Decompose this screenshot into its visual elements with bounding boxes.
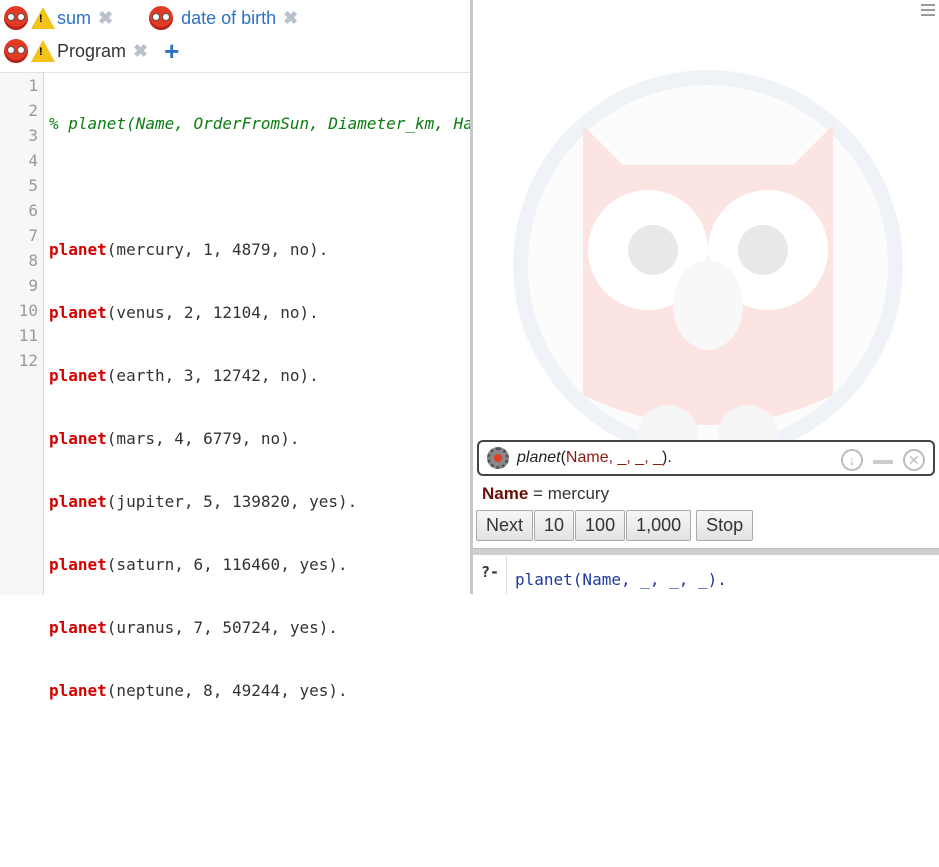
query-divider[interactable] (473, 548, 939, 555)
line-number: 7 (28, 226, 38, 245)
line-number: 8 (28, 251, 38, 270)
code-line: planet(uranus, 7, 50724, yes). (49, 615, 473, 640)
query-close: ). (661, 449, 672, 466)
fact-args: (saturn, 6, 116460, yes). (106, 555, 348, 574)
query-variable: Name (565, 449, 609, 466)
code-line: planet(mars, 4, 6779, no). (49, 426, 473, 451)
fact-args: (venus, 2, 12104, no). (106, 303, 319, 322)
predicate-name: planet (49, 303, 107, 322)
line-number: 4 (28, 151, 38, 170)
query-predicate: planet (517, 449, 561, 466)
tab-label: date of birth (181, 7, 277, 28)
line-number: 9 (28, 276, 38, 295)
code-comment: % planet(Name, OrderFromSun, Diameter_km… (49, 114, 473, 133)
next-100-button[interactable]: 100 (575, 510, 626, 541)
fact-args: (jupiter, 5, 139820, yes). (106, 492, 358, 511)
query-panel[interactable]: planet(Name, _, _, _). ↓ ✕ (477, 440, 935, 476)
swish-owl-icon (4, 6, 28, 30)
fact-args: (uranus, 7, 50724, yes). (106, 618, 338, 637)
swish-owl-icon (149, 6, 174, 30)
minimize-icon[interactable] (873, 460, 893, 464)
line-number: 11 (18, 326, 38, 345)
code-line: % planet(Name, OrderFromSun, Diameter_km… (49, 111, 473, 136)
line-gutter: 1 2 3 4 5 6 7 8 9 10 11 12 (0, 73, 44, 595)
predicate-name: planet (49, 618, 107, 637)
fact-args: (earth, 3, 12742, no). (106, 366, 319, 385)
predicate-name: planet (49, 681, 107, 700)
answer-value: mercury (547, 484, 610, 503)
answer-variable: Name (482, 484, 529, 503)
query-text: planet(Name, _, _, _). (517, 449, 672, 467)
query-input-text: planet(Name, _, _, _). (515, 570, 727, 589)
next-button[interactable]: Next (476, 510, 534, 541)
predicate-name: planet (49, 492, 107, 511)
tab-row-top: ! sum ✖ date of birth ✖ (0, 0, 312, 36)
answer-equals: = (528, 484, 548, 503)
warning-icon: ! (31, 7, 55, 29)
fact-args: (mars, 4, 6779, no). (106, 429, 300, 448)
query-rest-args: , _, _, _ (608, 449, 662, 466)
warning-icon: ! (31, 40, 55, 62)
code-line: planet(mercury, 1, 4879, no). (49, 237, 473, 262)
line-number: 1 (28, 76, 38, 95)
next-1000-button[interactable]: 1,000 (626, 510, 692, 541)
close-icon[interactable]: ✖ (98, 8, 113, 29)
download-icon[interactable]: ↓ (841, 449, 863, 471)
code-lines[interactable]: % planet(Name, OrderFromSun, Diameter_km… (49, 73, 473, 867)
tab-label: sum (57, 7, 92, 28)
tab-date-of-birth[interactable]: date of birth ✖ (145, 3, 298, 33)
predicate-name: planet (49, 240, 107, 259)
line-number: 5 (28, 176, 38, 195)
code-line: planet(neptune, 8, 49244, yes). (49, 678, 473, 703)
predicate-name: planet (49, 429, 107, 448)
add-tab-icon[interactable]: + (164, 38, 179, 64)
gear-icon (487, 447, 509, 469)
solution-button-row: Next 10 100 1,000 Stop (476, 510, 754, 541)
tab-sum[interactable]: ! sum ✖ (0, 3, 113, 33)
tab-label: Program (57, 40, 127, 61)
fact-args: (mercury, 1, 4879, no). (106, 240, 329, 259)
tab-row-bottom: ! Program ✖ + (0, 33, 179, 69)
code-line: planet(saturn, 6, 116460, yes). (49, 552, 473, 577)
results-pane: planet(Name, _, _, _). ↓ ✕ Name = mercur… (473, 0, 939, 594)
close-icon[interactable]: ✖ (283, 8, 298, 29)
line-number: 12 (18, 351, 38, 370)
tab-program[interactable]: ! Program ✖ (0, 36, 148, 66)
fact-args: (neptune, 8, 49244, yes). (106, 681, 348, 700)
predicate-name: planet (49, 366, 107, 385)
swish-owl-icon (4, 39, 28, 63)
code-line: planet(venus, 2, 12104, no). (49, 300, 473, 325)
line-number: 10 (18, 301, 38, 320)
code-editor[interactable]: 1 2 3 4 5 6 7 8 9 10 11 12 % planet(Name… (0, 72, 473, 700)
line-number: 2 (28, 101, 38, 120)
code-line: planet(earth, 3, 12742, no). (49, 363, 473, 388)
close-icon[interactable]: ✕ (903, 449, 925, 471)
query-input[interactable]: planet(Name, _, _, _). (506, 556, 939, 594)
predicate-name: planet (49, 555, 107, 574)
next-10-button[interactable]: 10 (534, 510, 575, 541)
editor-pane: ! sum ✖ date of birth ✖ ! Program ✖ + 1 … (0, 0, 473, 700)
code-line: planet(jupiter, 5, 139820, yes). (49, 489, 473, 514)
answer-line: Name = mercury (482, 484, 609, 504)
hamburger-menu-icon[interactable] (921, 4, 935, 18)
swish-owl-background-logo (513, 70, 903, 465)
stop-button[interactable]: Stop (696, 510, 754, 541)
close-icon[interactable]: ✖ (133, 41, 148, 62)
line-number: 3 (28, 126, 38, 145)
query-prompt: ?- (481, 563, 500, 581)
line-number: 6 (28, 201, 38, 220)
